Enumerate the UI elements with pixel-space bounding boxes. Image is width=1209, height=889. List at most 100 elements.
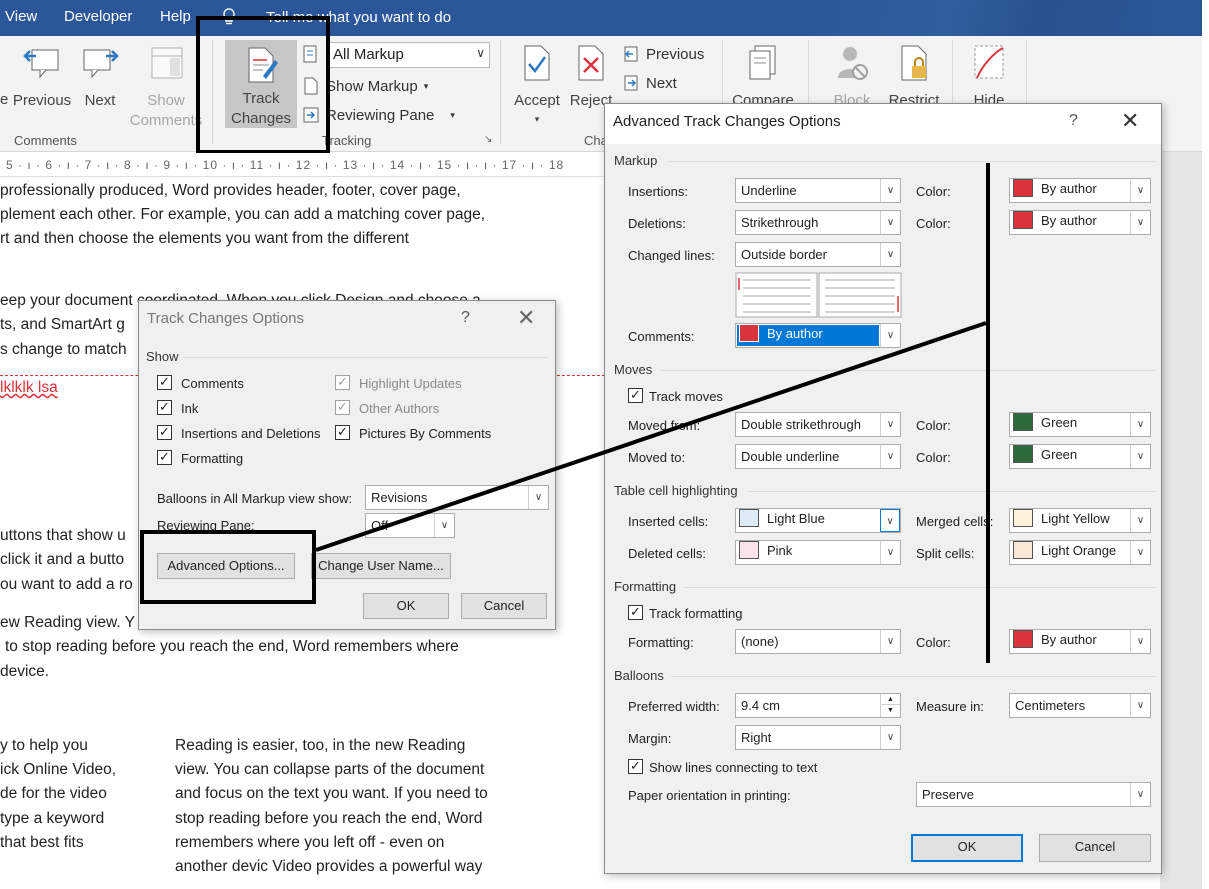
show-markup-label: Show Markup [326, 77, 418, 95]
measure-in-dropdown[interactable]: Centimeters ∨ [1009, 693, 1151, 718]
moved-from-value: Double strikethrough [741, 417, 861, 432]
markup-dropdown[interactable]: All Markup ∨ [328, 42, 490, 68]
changed-lines-dropdown[interactable]: Outside border ∨ [735, 242, 901, 267]
block-authors-button[interactable]: Block [826, 44, 878, 110]
reviewing-pane-value: Off [371, 518, 389, 533]
close-icon[interactable]: ✕ [1121, 108, 1139, 134]
ok-button[interactable]: OK [363, 593, 449, 619]
other-authors-checkbox[interactable]: ✓ [335, 400, 350, 415]
paper-orientation-dropdown[interactable]: Preserve ∨ [916, 782, 1151, 807]
comments-check-label: Comments [181, 376, 244, 391]
chevron-down-icon: ∨ [1130, 509, 1150, 532]
chevron-down-icon: ∨ [880, 243, 900, 266]
formatting-label: Formatting: [628, 635, 694, 650]
paper-orientation-label: Paper orientation in printing: [628, 788, 791, 803]
highlight-box-advanced [140, 530, 316, 604]
balloons-section-label: Balloons [614, 668, 664, 683]
ok-button[interactable]: OK [911, 834, 1023, 862]
show-lines-checkbox[interactable]: ✓ [628, 759, 643, 774]
track-moves-checkbox[interactable]: ✓ [628, 388, 643, 403]
deletions-dropdown[interactable]: Strikethrough ∨ [735, 210, 901, 235]
tab-view[interactable]: View [5, 8, 37, 25]
close-icon[interactable]: ✕ [517, 305, 535, 331]
compare-button[interactable]: Compare [728, 44, 798, 110]
doc-line: device. [0, 663, 50, 680]
tab-developer[interactable]: Developer [64, 8, 132, 25]
formatting-dropdown[interactable]: (none) ∨ [735, 629, 901, 654]
previous-change-button[interactable]: Previous [622, 45, 704, 63]
chevron-down-icon: ∨ [880, 630, 900, 653]
chevron-down-icon: ∨ [1130, 783, 1150, 806]
color-swatch [1013, 444, 1033, 463]
tab-help[interactable]: Help [160, 8, 191, 25]
comments-color-dropdown[interactable]: By author ∨ [735, 323, 901, 348]
compare-icon [749, 45, 776, 80]
spin-up-icon[interactable]: ▲ [880, 694, 900, 705]
deletion-color-label: Color: [916, 216, 951, 231]
doc-line: ick Online Video, [0, 761, 117, 778]
moved-from-label: Moved from: [628, 418, 701, 433]
ok-label: OK [957, 839, 977, 854]
previous-comment-button[interactable]: Previous [12, 44, 72, 110]
group-separator [500, 40, 501, 144]
cancel-button[interactable]: Cancel [461, 593, 547, 619]
inserted-cells-dropdown[interactable]: Light Blue ∨ [735, 508, 901, 533]
reviewing-pane-dropdown[interactable]: Off ∨ [365, 513, 455, 538]
comments-label: Comments: [628, 329, 695, 344]
restrict-editing-button[interactable]: Restrict [886, 44, 942, 110]
track-formatting-label: Track formatting [649, 606, 743, 621]
accept-button[interactable]: Accept ▾ [510, 44, 564, 129]
moved-to-value: Double underline [741, 449, 840, 464]
next-label: Next [84, 92, 116, 109]
dialog-launcher-icon[interactable]: ↘ [484, 134, 492, 145]
chevron-down-icon: ∨ [476, 46, 485, 60]
preferred-width-label: Preferred width: [628, 699, 720, 714]
reject-button[interactable]: Reject [566, 44, 616, 110]
split-cells-dropdown[interactable]: Light Orange ∨ [1009, 540, 1151, 565]
color-swatch [1013, 540, 1033, 559]
formatting-color-dropdown[interactable]: By author ∨ [1009, 629, 1151, 654]
spin-down-icon[interactable]: ▼ [880, 705, 900, 717]
hide-ink-button[interactable]: Hide [962, 44, 1016, 110]
moved-from-dropdown[interactable]: Double strikethrough ∨ [735, 412, 901, 437]
merged-cells-dropdown[interactable]: Light Yellow ∨ [1009, 508, 1151, 533]
help-button[interactable]: ? [461, 309, 470, 327]
insertions-dropdown[interactable]: Underline ∨ [735, 178, 901, 203]
help-button[interactable]: ? [1069, 112, 1078, 130]
doc-line: uttons that show u [0, 527, 126, 544]
show-comments-button[interactable]: Show Comments [128, 44, 204, 131]
preferred-width-spinner[interactable]: 9.4 cm ▲ ▼ [735, 693, 901, 718]
change-user-name-button[interactable]: Change User Name... [311, 553, 451, 579]
pictures-by-comments-checkbox[interactable]: ✓ [335, 425, 350, 440]
comments-checkbox[interactable]: ✓ [157, 375, 172, 390]
color-swatch [739, 540, 759, 559]
doc-line: another devic Video provides a powerful … [175, 858, 483, 875]
margin-dropdown[interactable]: Right ∨ [735, 725, 901, 750]
highlight-updates-checkbox[interactable]: ✓ [335, 375, 350, 390]
insertion-color-dropdown[interactable]: By author ∨ [1009, 178, 1151, 203]
formatting-section-label: Formatting [614, 579, 677, 594]
deletion-color-dropdown[interactable]: By author ∨ [1009, 210, 1151, 235]
margin-value: Right [741, 730, 772, 745]
insertion-color-value: By author [1041, 181, 1097, 196]
ink-checkbox[interactable]: ✓ [157, 400, 172, 415]
deleted-cells-dropdown[interactable]: Pink ∨ [735, 540, 901, 565]
split-cells-label: Split cells: [916, 546, 975, 561]
next-comment-button[interactable]: Next [78, 44, 122, 110]
formatting-checkbox[interactable]: ✓ [157, 450, 172, 465]
moved-to-color-dropdown[interactable]: Green ∨ [1009, 444, 1151, 469]
next-change-button[interactable]: Next [622, 74, 677, 92]
other-authors-check-label: Other Authors [359, 401, 440, 416]
insertions-deletions-checkbox[interactable]: ✓ [157, 425, 172, 440]
deletions-value: Strikethrough [741, 215, 819, 230]
cancel-button[interactable]: Cancel [1039, 834, 1151, 862]
balloons-dropdown[interactable]: Revisions ∨ [365, 485, 549, 510]
moved-from-color-dropdown[interactable]: Green ∨ [1009, 412, 1151, 437]
doc-line: plement each other. For example, you can… [0, 206, 486, 223]
balloons-label: Balloons in All Markup view show: [157, 491, 353, 506]
moved-to-dropdown[interactable]: Double underline ∨ [735, 444, 901, 469]
track-formatting-checkbox[interactable]: ✓ [628, 605, 643, 620]
split-cells-value: Light Orange [1041, 543, 1117, 558]
chevron-down-icon: ∨ [880, 726, 900, 749]
chevron-down-icon: ∨ [1130, 445, 1150, 468]
